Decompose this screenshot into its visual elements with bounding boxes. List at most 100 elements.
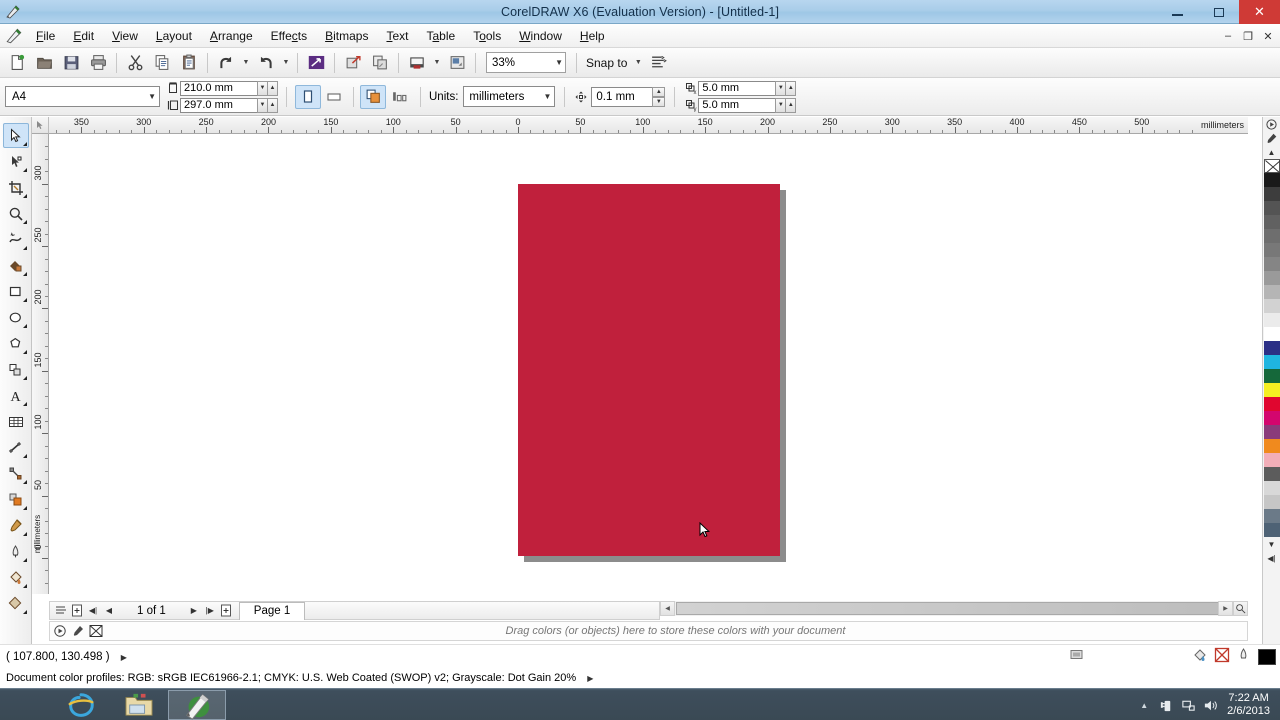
- color-swatch[interactable]: [1263, 173, 1280, 187]
- menu-item-help[interactable]: Help: [571, 26, 614, 46]
- flyout-arrow-icon[interactable]: [22, 272, 27, 276]
- flyout-arrow-icon[interactable]: [22, 350, 27, 354]
- chevron-up-icon[interactable]: ▲: [785, 97, 797, 113]
- page-tab-1[interactable]: Page 1: [238, 601, 306, 620]
- current-page-button[interactable]: [386, 85, 412, 109]
- publish-pdf-dropdown-arrow[interactable]: ▼: [431, 51, 443, 75]
- zoom-to-fit-button[interactable]: [1233, 601, 1248, 616]
- menu-item-window[interactable]: Window: [510, 26, 571, 46]
- chevron-down-icon[interactable]: ▼: [652, 96, 666, 107]
- last-page-button[interactable]: |▶: [202, 603, 218, 619]
- freehand-tool[interactable]: [3, 227, 29, 252]
- basic-shapes-tool[interactable]: [3, 357, 29, 382]
- drawing-canvas[interactable]: [49, 134, 1248, 594]
- color-swatch[interactable]: [1263, 201, 1280, 215]
- outline-color-swatch[interactable]: [1258, 648, 1276, 665]
- flyout-arrow-icon[interactable]: [22, 142, 27, 146]
- flyout-arrow-icon[interactable]: [22, 194, 27, 198]
- network-icon[interactable]: [1177, 689, 1199, 720]
- table-tool[interactable]: [3, 409, 29, 434]
- volume-icon[interactable]: [1199, 689, 1221, 720]
- color-eyedropper-tool[interactable]: [3, 513, 29, 538]
- color-swatch[interactable]: [1263, 271, 1280, 285]
- page-height-field[interactable]: 297.0 mm: [180, 97, 258, 113]
- save-document-button[interactable]: [58, 51, 84, 75]
- menu-item-tools[interactable]: Tools: [464, 26, 510, 46]
- corel-connect-button[interactable]: [303, 51, 329, 75]
- menu-item-layout[interactable]: Layout: [147, 26, 201, 46]
- smart-fill-tool[interactable]: [3, 253, 29, 278]
- landscape-orientation-button[interactable]: [321, 85, 347, 109]
- duplicate-y-field[interactable]: 5.0 mm: [698, 97, 777, 113]
- color-swatch[interactable]: [1263, 285, 1280, 299]
- color-swatch[interactable]: [1263, 467, 1280, 481]
- undo-dropdown-arrow[interactable]: ▼: [240, 51, 252, 75]
- menu-item-arrange[interactable]: Arrange: [201, 26, 262, 46]
- chevron-up-icon[interactable]: ▲: [652, 86, 666, 97]
- color-swatch[interactable]: [1263, 327, 1280, 341]
- import-button[interactable]: [340, 51, 366, 75]
- menu-item-edit[interactable]: Edit: [64, 26, 103, 46]
- fill-tool[interactable]: [3, 565, 29, 590]
- cut-button[interactable]: [122, 51, 148, 75]
- color-swatch[interactable]: [1263, 439, 1280, 453]
- page-width-spinner[interactable]: ▼ ▲: [257, 80, 278, 96]
- palette-scroll-down-button[interactable]: ▼: [1264, 537, 1280, 551]
- next-page-button[interactable]: ▶: [186, 603, 202, 619]
- flyout-arrow-icon[interactable]: [22, 454, 27, 458]
- color-swatch[interactable]: [1263, 509, 1280, 523]
- palette-options-icon[interactable]: [1264, 117, 1280, 131]
- polygon-tool[interactable]: [3, 331, 29, 356]
- snap-to-button[interactable]: Snap to: [582, 56, 631, 70]
- minimize-button[interactable]: [1157, 0, 1198, 24]
- ellipse-tool[interactable]: [3, 305, 29, 330]
- usb-device-icon[interactable]: [1155, 689, 1177, 720]
- close-button[interactable]: ✕: [1239, 0, 1280, 24]
- document-restore-button[interactable]: ❐: [1238, 26, 1258, 46]
- nudge-offset-field[interactable]: 0.1 mm: [591, 86, 654, 107]
- paste-button[interactable]: [176, 51, 202, 75]
- add-page-after-button[interactable]: [218, 603, 234, 619]
- chevron-up-icon[interactable]: ▲: [267, 80, 278, 96]
- fill-color-icon[interactable]: [1192, 647, 1208, 666]
- flyout-arrow-icon[interactable]: [22, 246, 27, 250]
- flyout-arrow-icon[interactable]: [22, 480, 27, 484]
- flyout-arrow-icon[interactable]: [22, 376, 27, 380]
- palette-eyedropper-icon[interactable]: [1264, 131, 1280, 145]
- palette-expand-button[interactable]: ◀|: [1264, 551, 1280, 565]
- rectangle-tool[interactable]: [3, 279, 29, 304]
- eyedropper-icon[interactable]: [70, 623, 86, 639]
- taskbar-clock[interactable]: 7:22 AM 2/6/2013: [1221, 692, 1276, 718]
- page-width-field[interactable]: 210.0 mm: [180, 80, 258, 96]
- color-swatch[interactable]: [1263, 215, 1280, 229]
- document-close-button[interactable]: ✕: [1258, 26, 1278, 46]
- flyout-arrow-icon[interactable]: [22, 298, 27, 302]
- duplicate-x-spinner[interactable]: ▼ ▲: [775, 80, 797, 96]
- crop-tool[interactable]: [3, 175, 29, 200]
- auto-update-icon[interactable]: [52, 623, 68, 639]
- color-swatch[interactable]: [1263, 369, 1280, 383]
- duplicate-x-field[interactable]: 5.0 mm: [698, 80, 777, 96]
- color-swatch[interactable]: [1263, 397, 1280, 411]
- redo-dropdown-arrow[interactable]: ▼: [280, 51, 292, 75]
- color-swatch[interactable]: [1263, 523, 1280, 537]
- color-swatch[interactable]: [1263, 229, 1280, 243]
- flyout-arrow-icon[interactable]: [22, 220, 27, 224]
- menu-item-file[interactable]: File: [27, 26, 64, 46]
- color-swatch[interactable]: [1263, 425, 1280, 439]
- add-page-before-button[interactable]: [69, 603, 85, 619]
- menu-item-table[interactable]: Table: [417, 26, 464, 46]
- taskbar-file-explorer[interactable]: [110, 690, 168, 720]
- color-swatch[interactable]: [1263, 411, 1280, 425]
- text-tool[interactable]: A: [3, 383, 29, 408]
- menu-item-text[interactable]: Text: [377, 26, 417, 46]
- previous-page-button[interactable]: ◀: [101, 603, 117, 619]
- color-swatch[interactable]: [1263, 187, 1280, 201]
- flyout-arrow-icon[interactable]: [22, 558, 27, 562]
- scroll-right-button[interactable]: ▶: [1218, 601, 1233, 616]
- color-swatch[interactable]: [1263, 299, 1280, 313]
- publish-pdf-button[interactable]: [404, 51, 430, 75]
- color-swatch[interactable]: [1263, 341, 1280, 355]
- ruler-origin-button[interactable]: [32, 117, 49, 134]
- flyout-arrow-icon[interactable]: [22, 610, 27, 614]
